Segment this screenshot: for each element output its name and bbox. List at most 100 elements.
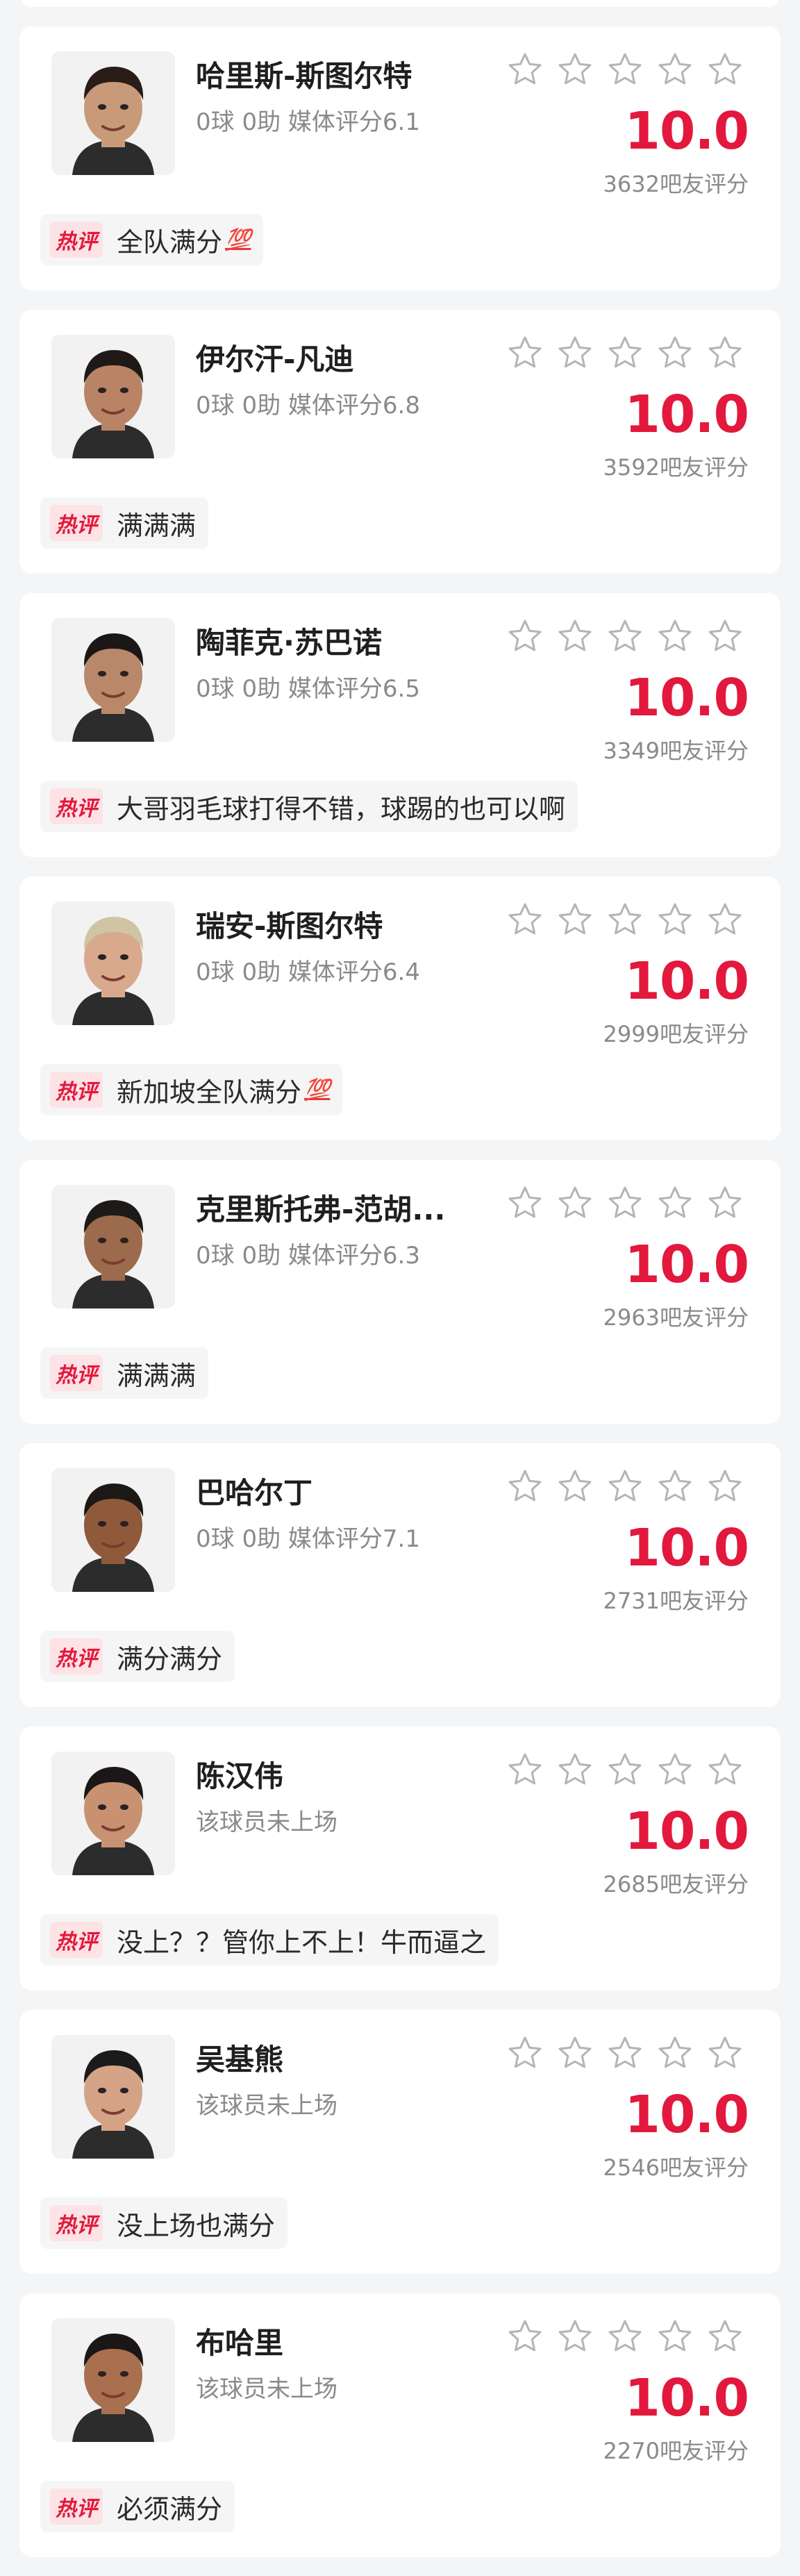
player-card[interactable]: 巴哈尔丁 0球 0助 媒体评分7.1 10.0 2731吧友评分 热评 满分满分 [19, 1443, 781, 1707]
star-icon[interactable] [606, 900, 644, 939]
star-icon[interactable] [506, 617, 544, 656]
star-icon[interactable] [606, 617, 644, 656]
player-card[interactable]: 瑞安-斯图尔特 0球 0助 媒体评分6.4 10.0 2999吧友评分 热评 新… [19, 876, 781, 1140]
player-avatar[interactable] [51, 335, 175, 458]
hot-comment-tag: 热评 [50, 505, 103, 541]
hot-comment[interactable]: 热评 必须满分 [40, 2481, 235, 2532]
average-score: 10.0 [624, 1235, 749, 1295]
hot-comment-text: 满分满分 [117, 1643, 223, 1675]
star-icon[interactable] [706, 1750, 744, 1789]
star-icon[interactable] [706, 333, 744, 372]
star-icon[interactable] [506, 50, 544, 89]
star-icon[interactable] [706, 617, 744, 656]
star-icon[interactable] [656, 2317, 694, 2356]
star-icon[interactable] [506, 2317, 544, 2356]
hot-comment[interactable]: 热评 满满满 [40, 1347, 209, 1399]
hot-comment[interactable]: 热评 全队满分 💯 [40, 214, 264, 265]
player-name: 克里斯托弗-范胡... [196, 1193, 446, 1227]
player-card[interactable]: 伊尔汗-凡迪 0球 0助 媒体评分6.8 10.0 3592吧友评分 热评 满满… [19, 310, 781, 574]
player-card[interactable]: 布哈里 该球员未上场 10.0 2270吧友评分 热评 必须满分 [19, 2293, 781, 2557]
star-icon[interactable] [506, 1467, 544, 1506]
average-score: 10.0 [624, 1802, 749, 1861]
star-rating[interactable] [506, 333, 762, 374]
star-icon[interactable] [506, 1750, 544, 1789]
player-card[interactable]: 哈里斯-斯图尔特 0球 0助 媒体评分6.1 10.0 3632吧友评分 热评 … [19, 26, 781, 290]
star-icon[interactable] [556, 2034, 594, 2072]
star-rating[interactable] [506, 1467, 762, 1507]
player-name: 伊尔汗-凡迪 [196, 342, 354, 376]
hot-comment[interactable]: 热评 没上场也满分 [40, 2197, 288, 2249]
star-rating[interactable] [506, 2034, 762, 2074]
hot-comment-tag: 热评 [50, 1638, 103, 1675]
star-icon[interactable] [706, 2317, 744, 2356]
star-icon[interactable] [656, 1467, 694, 1506]
player-name: 陈汉伟 [196, 1759, 284, 1793]
player-card[interactable]: 陶菲克·苏巴诺 0球 0助 媒体评分6.5 10.0 3349吧友评分 热评 大… [19, 593, 781, 857]
hot-comment-tag: 热评 [50, 1922, 103, 1958]
player-avatar[interactable] [51, 1468, 175, 1592]
player-stats: 该球员未上场 [196, 2375, 338, 2403]
player-stats: 0球 0助 媒体评分6.5 [196, 675, 420, 703]
star-icon[interactable] [606, 1183, 644, 1222]
star-icon[interactable] [556, 900, 594, 939]
star-rating[interactable] [506, 1183, 762, 1224]
player-stats: 0球 0助 媒体评分6.3 [196, 1242, 420, 1270]
player-avatar[interactable] [51, 2035, 175, 2159]
star-rating[interactable] [506, 50, 762, 90]
star-icon[interactable] [656, 2034, 694, 2072]
player-avatar[interactable] [51, 901, 175, 1025]
star-icon[interactable] [606, 50, 644, 89]
hot-comment[interactable]: 热评 大哥羽毛球打得不错，球踢的也可以啊 [40, 781, 578, 832]
star-rating[interactable] [506, 900, 762, 940]
star-icon[interactable] [656, 617, 694, 656]
star-icon[interactable] [706, 1183, 744, 1222]
star-icon[interactable] [506, 333, 544, 372]
star-icon[interactable] [506, 2034, 544, 2072]
star-icon[interactable] [556, 617, 594, 656]
hot-comment-tag: 热评 [50, 2488, 103, 2525]
star-icon[interactable] [706, 900, 744, 939]
star-icon[interactable] [706, 50, 744, 89]
star-icon[interactable] [556, 1183, 594, 1222]
player-avatar[interactable] [51, 1185, 175, 1308]
player-avatar[interactable] [51, 1752, 175, 1875]
hot-comment[interactable]: 热评 没上？？管你上不上！牛而逼之 [40, 1914, 499, 1966]
player-avatar[interactable] [51, 51, 175, 175]
star-icon[interactable] [656, 900, 694, 939]
star-icon[interactable] [556, 50, 594, 89]
star-icon[interactable] [606, 2034, 644, 2072]
player-stats: 0球 0助 媒体评分6.1 [196, 108, 420, 136]
star-icon[interactable] [506, 1183, 544, 1222]
star-icon[interactable] [656, 333, 694, 372]
player-avatar[interactable] [51, 2318, 175, 2442]
player-card[interactable]: 克里斯托弗-范胡... 0球 0助 媒体评分6.3 10.0 2963吧友评分 … [19, 1160, 781, 1424]
player-card[interactable]: 吴基熊 该球员未上场 10.0 2546吧友评分 热评 没上场也满分 [19, 2010, 781, 2274]
average-score: 10.0 [624, 101, 749, 161]
star-rating[interactable] [506, 1750, 762, 1790]
hot-comment[interactable]: 热评 满分满分 [40, 1631, 235, 1682]
star-icon[interactable] [606, 333, 644, 372]
star-icon[interactable] [556, 333, 594, 372]
star-rating[interactable] [506, 2317, 762, 2357]
star-icon[interactable] [706, 2034, 744, 2072]
star-icon[interactable] [556, 1467, 594, 1506]
star-icon[interactable] [656, 50, 694, 89]
hot-comment[interactable]: 热评 满满满 [40, 497, 209, 549]
hot-comment[interactable]: 热评 新加坡全队满分 💯 [40, 1064, 343, 1115]
hot-comment-tag: 热评 [50, 788, 103, 824]
star-icon[interactable] [606, 2317, 644, 2356]
hot-comment-text: 没上？？管你上不上！牛而逼之 [117, 1927, 487, 1958]
star-icon[interactable] [656, 1750, 694, 1789]
star-icon[interactable] [706, 1467, 744, 1506]
star-rating[interactable] [506, 617, 762, 657]
player-avatar[interactable] [51, 618, 175, 742]
previous-card-edge [19, 0, 781, 7]
star-icon[interactable] [606, 1467, 644, 1506]
star-icon[interactable] [556, 1750, 594, 1789]
star-icon[interactable] [556, 2317, 594, 2356]
player-stats: 该球员未上场 [196, 1809, 338, 1836]
player-card[interactable]: 陈汉伟 该球员未上场 10.0 2685吧友评分 热评 没上？？管你上不上！牛而… [19, 1727, 781, 1991]
star-icon[interactable] [656, 1183, 694, 1222]
star-icon[interactable] [606, 1750, 644, 1789]
star-icon[interactable] [506, 900, 544, 939]
